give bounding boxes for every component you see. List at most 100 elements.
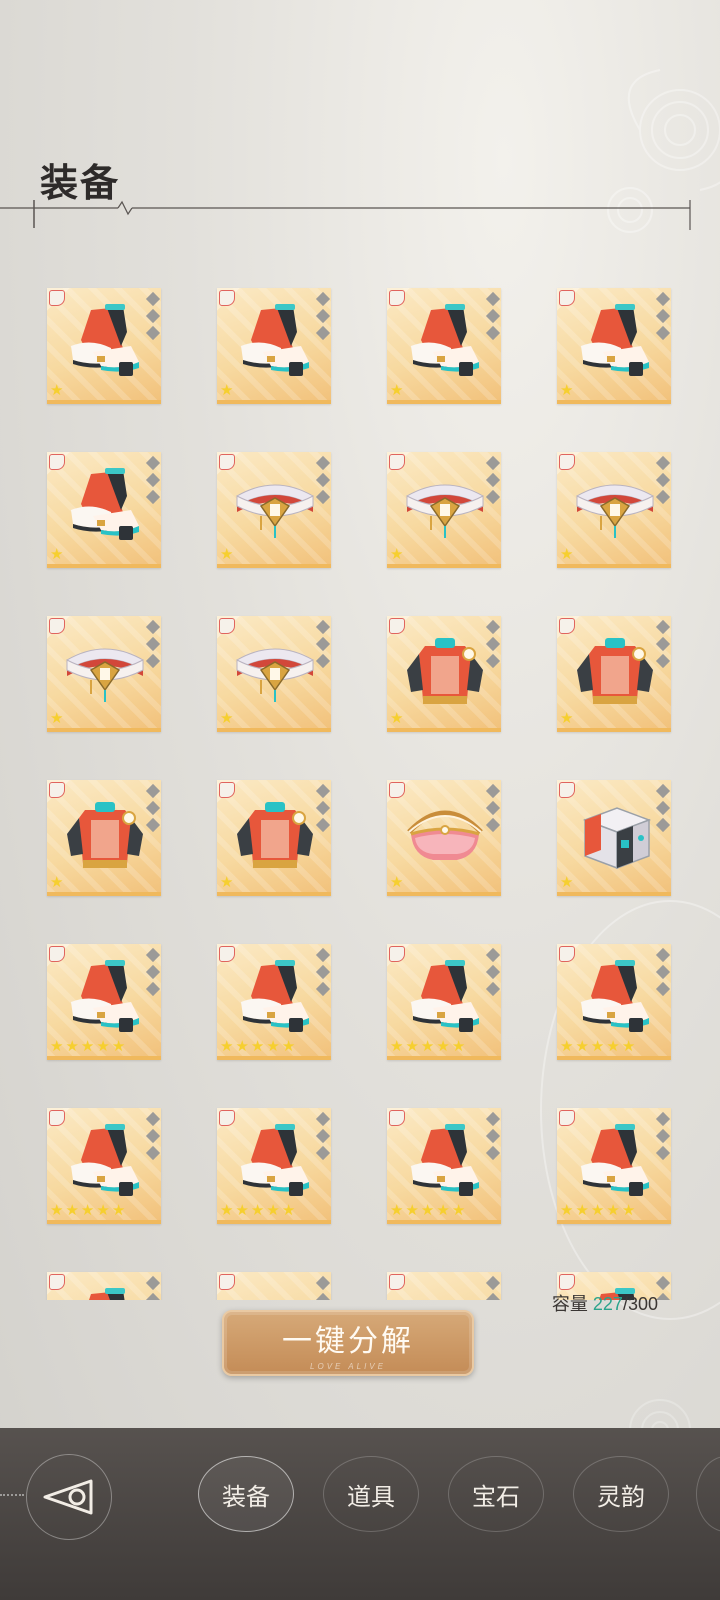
star-icon: ★: [80, 1202, 95, 1219]
slot-markers: [485, 1275, 501, 1300]
slot-markers: [145, 783, 161, 833]
equipment-slot-belt[interactable]: ★: [557, 452, 671, 568]
star-icon: ★: [451, 1038, 466, 1055]
star-icon: ★: [220, 546, 234, 563]
star-icon: ★: [390, 546, 404, 563]
slot-markers: [315, 947, 331, 997]
star-icon: ★: [65, 1038, 79, 1055]
star-icon: ★: [560, 710, 574, 727]
slot-markers: [485, 783, 501, 833]
dotted-line-decoration: [0, 1494, 24, 1498]
equipment-slot-boots[interactable]: ★ ★ ★ ★ ★: [47, 944, 161, 1060]
tab-spirit[interactable]: 灵韵: [573, 1456, 669, 1532]
boots-icon: [231, 1122, 319, 1202]
tab-gems[interactable]: 宝石: [448, 1456, 544, 1532]
equipment-slot-belt[interactable]: ★: [47, 616, 161, 732]
star-rating: ★: [390, 875, 403, 891]
equipment-slot-armor[interactable]: ★: [217, 780, 331, 896]
star-icon: ★: [451, 1202, 466, 1219]
boots-icon: [571, 958, 659, 1038]
slot-markers: [145, 291, 161, 341]
equipment-slot-boots[interactable]: ★ ★ ★ ★ ★: [217, 944, 331, 1060]
triangle-back-icon: [43, 1479, 93, 1515]
tab-label: 灵韵: [597, 1483, 645, 1511]
equipment-slot-boots[interactable]: ★: [387, 288, 501, 404]
star-icon: ★: [50, 874, 64, 891]
star-icon: ★: [560, 1202, 574, 1219]
page-title: 装备: [40, 163, 121, 205]
star-icon: ★: [250, 1202, 265, 1219]
star-rating: ★: [220, 383, 233, 399]
equipment-slot-boots[interactable]: [47, 1272, 161, 1300]
equipment-slot-belt[interactable]: ★: [217, 452, 331, 568]
star-icon: ★: [436, 1038, 450, 1055]
star-rating: ★ ★ ★ ★ ★: [220, 1203, 295, 1219]
star-rating: ★: [50, 383, 63, 399]
equipment-slot-armor[interactable]: ★: [387, 616, 501, 732]
slot-markers: [315, 619, 331, 669]
equipment-slot-boots[interactable]: ★ ★ ★ ★ ★: [217, 1108, 331, 1224]
star-rating: ★: [390, 547, 403, 563]
star-icon: ★: [111, 1202, 126, 1219]
star-rating: ★ ★ ★ ★ ★: [560, 1039, 635, 1055]
slot-markers: [485, 455, 501, 505]
tab-items[interactable]: 道具: [323, 1456, 419, 1532]
equipment-grid-viewport[interactable]: ★ ★ ★ ★ ★ ★ ★ ★ ★ ★ ★ ★ ★ ★ ★ ★ ★ ★ ★ ★ …: [0, 280, 720, 1300]
equipment-slot-belt[interactable]: ★: [217, 616, 331, 732]
belt-icon: [61, 630, 149, 710]
equipment-slot-armor[interactable]: ★: [557, 616, 671, 732]
star-icon: ★: [606, 1038, 620, 1055]
star-icon: ★: [405, 1038, 419, 1055]
tab-overflow[interactable]: [696, 1456, 720, 1532]
star-icon: ★: [405, 1202, 419, 1219]
slot-markers: [655, 1111, 671, 1161]
equipment-slot-boots[interactable]: ★ ★ ★ ★ ★: [387, 944, 501, 1060]
star-rating: ★: [220, 711, 233, 727]
star-icon: ★: [436, 1202, 450, 1219]
star-icon: ★: [96, 1202, 110, 1219]
equipment-slot-boots[interactable]: ★: [557, 288, 671, 404]
boots-icon: [61, 1286, 149, 1300]
equipment-slot-boots[interactable]: ★: [217, 288, 331, 404]
slot-markers: [315, 455, 331, 505]
equipment-slot-boots[interactable]: ★ ★ ★ ★ ★: [557, 944, 671, 1060]
star-icon: ★: [390, 710, 404, 727]
star-icon: ★: [590, 1202, 605, 1219]
boots-icon: [61, 302, 149, 382]
star-rating: ★: [390, 383, 403, 399]
star-rating: ★ ★ ★ ★ ★: [390, 1203, 465, 1219]
star-icon: ★: [50, 1038, 64, 1055]
star-icon: ★: [606, 1202, 620, 1219]
one-click-decompose-button[interactable]: 一键分解 LOVE ALIVE: [222, 1310, 474, 1376]
slot-markers: [655, 291, 671, 341]
slot-markers: [485, 1111, 501, 1161]
boots-icon: [231, 302, 319, 382]
equipment-slot-armor[interactable]: ★: [47, 780, 161, 896]
equipment-slot-belt[interactable]: [387, 1272, 501, 1300]
armor-icon: [61, 794, 149, 874]
star-icon: ★: [220, 1202, 234, 1219]
star-icon: ★: [575, 1202, 589, 1219]
equipment-grid: ★ ★ ★ ★ ★ ★ ★ ★ ★ ★ ★ ★ ★ ★ ★ ★ ★ ★ ★ ★ …: [47, 288, 671, 1300]
belt-icon: [401, 1286, 489, 1300]
star-icon: ★: [220, 710, 234, 727]
equipment-slot-cube[interactable]: ★: [557, 780, 671, 896]
boots-icon: [401, 958, 489, 1038]
equipment-slot-boots[interactable]: ★ ★ ★ ★ ★: [557, 1108, 671, 1224]
star-rating: ★: [390, 711, 403, 727]
equipment-slot-belt[interactable]: ★: [387, 452, 501, 568]
star-icon: ★: [621, 1038, 636, 1055]
star-icon: ★: [390, 1202, 404, 1219]
back-button[interactable]: [26, 1454, 112, 1540]
star-rating: ★: [50, 711, 63, 727]
equipment-slot-boots[interactable]: ★: [47, 288, 161, 404]
equipment-slot-boots[interactable]: ★ ★ ★ ★ ★: [387, 1108, 501, 1224]
equipment-slot-belt[interactable]: [217, 1272, 331, 1300]
equipment-slot-boots[interactable]: ★: [47, 452, 161, 568]
equipment-slot-boots[interactable]: ★ ★ ★ ★ ★: [47, 1108, 161, 1224]
equipment-slot-headband[interactable]: ★: [387, 780, 501, 896]
title-divider: [0, 200, 691, 230]
star-icon: ★: [250, 1038, 265, 1055]
slot-markers: [315, 1275, 331, 1300]
tab-equipment[interactable]: 装备: [198, 1456, 294, 1532]
